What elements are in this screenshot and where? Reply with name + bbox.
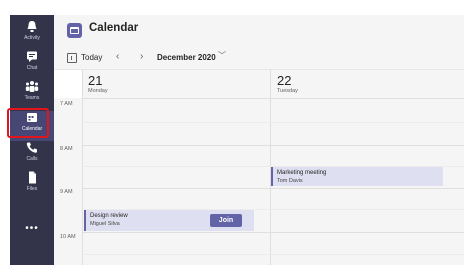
calendar-app-icon xyxy=(67,23,82,38)
event-design-review[interactable]: Design review Miguel Silva Join xyxy=(84,210,254,231)
event-title: Marketing meeting xyxy=(277,170,327,176)
event-organizer: Miguel Silva xyxy=(90,221,120,227)
rail-item-calls[interactable]: Calls xyxy=(10,141,54,171)
hour-line xyxy=(82,145,464,146)
hour-line xyxy=(82,232,464,233)
page-title: Calendar xyxy=(89,22,139,34)
rail-item-chat[interactable]: Chat xyxy=(10,50,54,80)
hour-line xyxy=(82,98,464,99)
day-number: 22 xyxy=(277,73,292,88)
time-label: 9 AM xyxy=(60,189,73,195)
more-apps-button[interactable]: ••• xyxy=(10,223,54,234)
today-button[interactable]: Today xyxy=(81,53,102,62)
teams-icon xyxy=(25,81,39,92)
next-week-button[interactable]: › xyxy=(140,51,143,62)
rail-item-teams[interactable]: Teams xyxy=(10,80,54,110)
half-hour-line xyxy=(82,122,464,123)
month-picker[interactable]: December 2020 xyxy=(157,53,216,62)
previous-week-button[interactable]: ‹ xyxy=(116,51,119,62)
rail-item-label: Calls xyxy=(26,156,38,162)
event-organizer: Tom Davis xyxy=(277,178,303,184)
calendar-highlight-box xyxy=(7,108,49,138)
event-title: Design review xyxy=(90,213,128,219)
column-divider xyxy=(82,70,83,265)
event-marketing-meeting[interactable]: Marketing meeting Tom Davis xyxy=(271,167,443,186)
calendar-toolbar: Today ‹ › December 2020 ﹀ xyxy=(54,45,464,70)
rail-item-label: Activity xyxy=(24,35,40,41)
chevron-down-icon[interactable]: ﹀ xyxy=(218,50,226,61)
time-label: 10 AM xyxy=(60,234,76,240)
rail-item-activity[interactable]: Activity xyxy=(10,20,54,50)
half-hour-line xyxy=(82,254,464,255)
rail-item-label: Files xyxy=(26,186,38,192)
today-icon[interactable] xyxy=(67,53,77,63)
rail-item-label: Teams xyxy=(24,95,40,101)
day-name: Monday xyxy=(88,88,108,94)
rail-item-label: Chat xyxy=(26,65,38,71)
teams-calendar-app: Activity Chat Teams Calendar Calls Files… xyxy=(0,0,464,265)
day-header-monday[interactable]: 21 Monday xyxy=(82,70,270,98)
bell-icon xyxy=(27,21,37,32)
day-number: 21 xyxy=(88,73,103,88)
join-button[interactable]: Join xyxy=(210,214,242,227)
day-header-tuesday[interactable]: 22 Tuesday xyxy=(271,70,464,98)
app-rail: Activity Chat Teams Calendar Calls Files… xyxy=(10,15,54,265)
rail-item-files[interactable]: Files xyxy=(10,171,54,201)
day-name: Tuesday xyxy=(277,88,298,94)
time-label: 8 AM xyxy=(60,146,73,152)
chat-icon xyxy=(27,51,37,62)
file-icon xyxy=(29,171,36,184)
time-label: 7 AM xyxy=(60,101,73,107)
hour-line xyxy=(82,188,464,189)
phone-icon xyxy=(26,142,37,153)
app-header: Calendar xyxy=(54,15,464,45)
